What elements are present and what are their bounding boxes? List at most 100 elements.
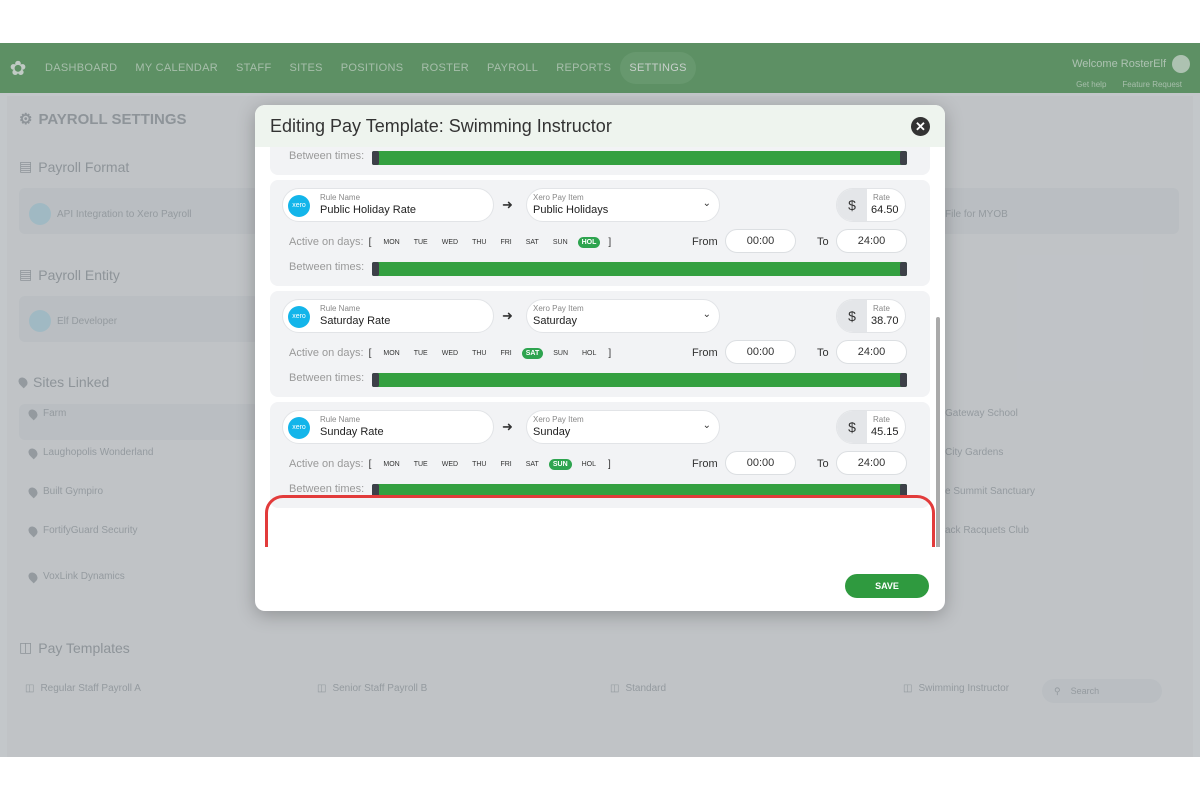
active-days-row: Active on days: [ MON TUE WED THU FRI SAT SUN HOL… [289,232,616,252]
pay-rule-card: xeroRule NameOrdinary Hours➜Xero Pay Ite… [270,147,930,175]
rate-value: 64.50 [871,204,899,216]
from-label: From [692,347,718,359]
day-toggle-mon[interactable]: MON [379,348,403,359]
xero-icon: xero [288,417,310,439]
rate-label: Rate [873,415,890,424]
pay-item-value: Sunday [533,426,571,438]
chevron-down-icon: ⌄ [702,198,711,209]
day-toggle-thu[interactable]: THU [468,459,490,470]
day-toggle-hol[interactable]: HOL [578,348,600,359]
day-toggle-tue[interactable]: TUE [410,459,432,470]
day-toggle-sun[interactable]: SUN [549,348,572,359]
bracket-close: ] [608,236,612,248]
to-label: To [817,236,829,248]
xero-pay-item-select[interactable]: Xero Pay Item Public Holidays ⌄ [526,188,720,222]
pay-rule-card: xero Rule Name Sunday Rate ➜ Xero Pay Item Su… [270,402,930,508]
time-range-slider[interactable] [372,151,907,165]
day-toggle-fri[interactable]: FRI [496,459,515,470]
rule-name-label: Rule Name [320,415,361,424]
pay-item-label: Xero Pay Item [533,415,584,424]
day-toggle-thu[interactable]: THU [468,348,490,359]
from-time-input[interactable]: 00:00 [725,340,796,364]
pay-item-value: Saturday [533,315,578,327]
arrow-right-icon: ➜ [502,308,513,323]
rate-field[interactable]: $ Rate 64.50 [836,188,906,222]
arrow-right-icon: ➜ [502,197,513,212]
day-toggle-hol[interactable]: HOL [578,459,600,470]
bracket-open: [ [368,347,372,359]
day-toggle-wed[interactable]: WED [438,348,462,359]
xero-icon: xero [288,306,310,328]
rate-value: 45.15 [871,426,899,438]
day-toggle-wed[interactable]: WED [438,237,462,248]
from-label: From [692,458,718,470]
time-range-slider[interactable] [372,262,907,276]
from-label: From [692,236,718,248]
day-toggle-fri[interactable]: FRI [496,348,515,359]
bracket-open: [ [368,236,372,248]
rule-name-field[interactable]: xero Rule Name Public Holiday Rate [282,188,494,222]
bracket-open: [ [368,458,372,470]
day-toggle-mon[interactable]: MON [379,237,403,248]
day-toggle-sat[interactable]: SAT [521,347,544,359]
day-toggle-mon[interactable]: MON [379,459,403,470]
to-time-input[interactable]: 24:00 [836,229,907,253]
day-toggle-thu[interactable]: THU [468,237,490,248]
highlight-outline [265,495,935,547]
from-time-input[interactable]: 00:00 [725,229,796,253]
time-range-slider[interactable] [372,373,907,387]
day-toggle-tue[interactable]: TUE [410,348,432,359]
to-time-input[interactable]: 24:00 [836,451,907,475]
rate-field[interactable]: $ Rate 38.70 [836,299,906,333]
rate-field[interactable]: $ Rate 45.15 [836,410,906,444]
rule-name-value: Public Holiday Rate [320,204,416,216]
to-label: To [817,347,829,359]
day-toggle-sat[interactable]: SAT [522,459,543,470]
active-days-label: Active on days: [289,236,364,248]
close-icon[interactable]: ✕ [911,117,930,136]
modal-body: xeroRule NameOrdinary Hours➜Xero Pay Ite… [255,147,945,547]
active-days-row: Active on days: [ MON TUE WED THU FRI SAT SUN HOL… [289,454,616,474]
edit-pay-template-modal: Editing Pay Template: Swimming Instructo… [255,105,945,611]
rate-label: Rate [873,193,890,202]
day-toggle-sun[interactable]: SUN [549,237,572,248]
bracket-close: ] [608,347,612,359]
chevron-down-icon: ⌄ [702,420,711,431]
modal-scrollbar[interactable] [936,317,940,547]
between-times-label: Between times: [289,150,365,162]
rule-name-field[interactable]: xero Rule Name Sunday Rate [282,410,494,444]
xero-pay-item-select[interactable]: Xero Pay Item Sunday ⌄ [526,410,720,444]
dollar-icon: $ [837,189,867,221]
rate-value: 38.70 [871,315,899,327]
chevron-down-icon: ⌄ [702,309,711,320]
day-toggle-sun[interactable]: SUN [548,458,572,470]
rule-name-field[interactable]: xero Rule Name Saturday Rate [282,299,494,333]
active-days-label: Active on days: [289,347,364,359]
arrow-right-icon: ➜ [502,419,513,434]
between-times-label: Between times: [289,261,365,273]
pay-rule-card: xero Rule Name Public Holiday Rate ➜ Xero Pa… [270,180,930,286]
day-toggle-fri[interactable]: FRI [496,237,515,248]
day-toggle-wed[interactable]: WED [438,459,462,470]
rule-name-label: Rule Name [320,193,361,202]
dollar-icon: $ [837,411,867,443]
xero-pay-item-select[interactable]: Xero Pay Item Saturday ⌄ [526,299,720,333]
between-times-label: Between times: [289,372,365,384]
day-toggle-hol[interactable]: HOL [577,236,601,248]
pay-rule-card: xero Rule Name Saturday Rate ➜ Xero Pay Item… [270,291,930,397]
dollar-icon: $ [837,300,867,332]
active-days-label: Active on days: [289,458,364,470]
rate-label: Rate [873,304,890,313]
from-time-input[interactable]: 00:00 [725,451,796,475]
rule-name-value: Sunday Rate [320,426,384,438]
rule-name-value: Saturday Rate [320,315,391,327]
day-toggle-tue[interactable]: TUE [410,237,432,248]
pay-item-label: Xero Pay Item [533,304,584,313]
save-button[interactable]: SAVE [845,574,929,598]
to-time-input[interactable]: 24:00 [836,340,907,364]
day-toggle-sat[interactable]: SAT [522,237,543,248]
bracket-close: ] [608,458,611,470]
between-times-label: Between times: [289,483,365,495]
to-label: To [817,458,829,470]
pay-item-value: Public Holidays [533,204,609,216]
